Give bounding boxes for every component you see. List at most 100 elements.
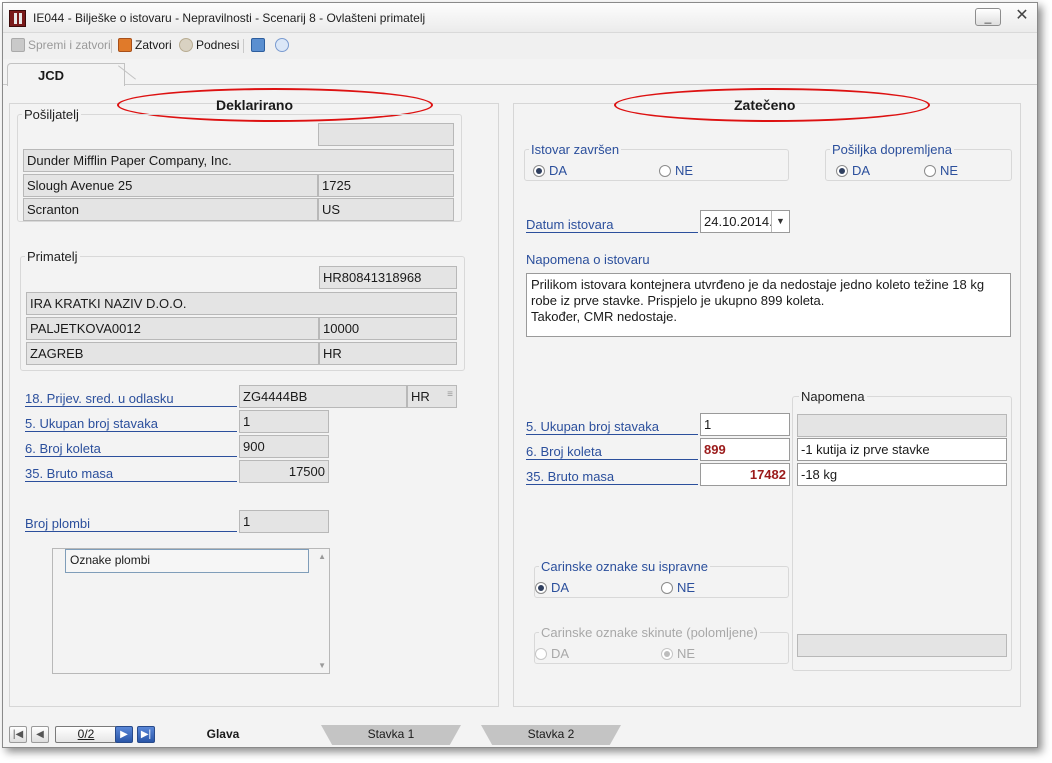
sender-country-field: US: [318, 198, 454, 221]
seals-correct-legend: Carinske oznake su ispravne: [539, 559, 710, 574]
declared-packages-label: 6. Broj koleta: [25, 441, 237, 457]
close-icon: [118, 38, 132, 52]
seals-removed-no-radio: NE: [661, 646, 695, 661]
radio-selected-icon: [661, 647, 673, 660]
save-icon: [11, 38, 25, 52]
seals-removed-legend: Carinske oznake skinute (polomljene): [539, 625, 760, 640]
toolbar: Spremi i zatvori Zatvori Podnesi: [3, 33, 1037, 59]
seals-list[interactable]: Oznake plombi ▲ ▼: [52, 548, 330, 674]
title-bar: IE044 - Bilješke o istovaru - Nepravilno…: [3, 3, 1037, 33]
declared-items-field: 1: [239, 410, 329, 433]
next-page-icon[interactable]: ▶: [115, 726, 133, 743]
app-icon: [9, 10, 26, 27]
sender-postcode-field: 1725: [318, 174, 454, 197]
seals-correct-yes-radio[interactable]: DA: [535, 580, 569, 595]
submit-icon: [179, 38, 193, 52]
found-items-label: 5. Ukupan broj stavaka: [526, 419, 698, 435]
scroll-down-icon[interactable]: ▼: [318, 661, 326, 670]
submit-button[interactable]: Podnesi: [179, 38, 239, 52]
sender-city-field: Scranton: [23, 198, 318, 221]
seals-list-header[interactable]: Oznake plombi: [65, 549, 309, 573]
sender-id-field: [318, 123, 454, 146]
seals-correct-no-radio[interactable]: NE: [661, 580, 695, 595]
found-panel: Zatečeno Istovar završen DA NE Pošiljka …: [513, 88, 1021, 707]
remarks-group: Napomena -1 kutija iz prve stavke -18 kg: [792, 389, 1012, 671]
window-title: IE044 - Bilješke o istovaru - Nepravilno…: [33, 11, 426, 25]
save-close-button[interactable]: Spremi i zatvori: [11, 38, 111, 52]
note-line: Prilikom istovara kontejnera utvrđeno je…: [531, 277, 985, 292]
seals-correct-group: Carinske oznake su ispravne DA NE: [534, 559, 789, 598]
seals-removed-group: Carinske oznake skinute (polomljene) DA …: [534, 625, 789, 664]
transport-field: ZG4444BB: [239, 385, 407, 408]
shipment-delivered-yes-radio[interactable]: DA: [836, 163, 870, 178]
first-page-icon[interactable]: |◀: [9, 726, 27, 743]
unloading-date-label: Datum istovara: [526, 217, 698, 233]
tab-stavka-2[interactable]: Stavka 2: [481, 725, 621, 745]
declared-heading: Deklarirano: [216, 97, 294, 113]
seals-removed-remark-field: [797, 634, 1007, 657]
recipient-group: Primatelj HR80841318968 IRA KRATKI NAZIV…: [20, 249, 465, 371]
declared-mass-label: 35. Bruto masa: [25, 466, 237, 482]
declared-packages-field: 900: [239, 435, 329, 458]
radio-unselected-icon: [924, 164, 936, 177]
found-heading: Zatečeno: [734, 97, 796, 113]
minimize-button[interactable]: _: [975, 8, 1001, 26]
radio-unselected-icon: [661, 581, 673, 594]
sender-legend: Pošiljatelj: [22, 107, 81, 122]
recipient-street-field: PALJETKOVA0012: [26, 317, 319, 340]
declared-items-label: 5. Ukupan broj stavaka: [25, 416, 237, 432]
unloading-done-group: Istovar završen DA NE: [524, 142, 789, 181]
unloading-date-value: 24.10.2014.: [704, 214, 773, 229]
unloading-done-yes-radio[interactable]: DA: [533, 163, 567, 178]
seals-count-label: Broj plombi: [25, 516, 237, 532]
shipment-delivered-legend: Pošiljka dopremljena: [830, 142, 954, 157]
mass-remark-field[interactable]: -18 kg: [797, 463, 1007, 486]
radio-selected-icon: [535, 581, 547, 594]
bottom-nav: |◀ ◀ 0/2 ▶ ▶| Glava Stavka 1 Stavka 2: [3, 719, 1037, 747]
previous-page-icon[interactable]: ◀: [31, 726, 49, 743]
packages-remark-field[interactable]: -1 kutija iz prve stavke: [797, 438, 1007, 461]
document-icon: [251, 38, 265, 52]
close-button[interactable]: Zatvori: [118, 38, 172, 52]
recipient-id-field: HR80841318968: [319, 266, 457, 289]
declared-panel: Deklarirano Pošiljatelj Dunder Mifflin P…: [9, 88, 499, 707]
note-line: Također, CMR nedostaje.: [531, 309, 677, 324]
info-button[interactable]: [275, 38, 289, 52]
main-window: IE044 - Bilješke o istovaru - Nepravilno…: [2, 2, 1038, 748]
recipient-name-field: IRA KRATKI NAZIV D.O.O.: [26, 292, 457, 315]
list-grip-icon: ≡: [447, 389, 453, 400]
found-packages-field[interactable]: 899: [700, 438, 790, 461]
dropdown-arrow-icon[interactable]: ▼: [771, 211, 789, 232]
sender-name-field: Dunder Mifflin Paper Company, Inc.: [23, 149, 454, 172]
recipient-city-field: ZAGREB: [26, 342, 319, 365]
transport-label: 18. Prijev. sred. u odlasku: [25, 391, 237, 407]
tab-jcd[interactable]: JCD: [7, 63, 125, 86]
found-items-field[interactable]: 1: [700, 413, 790, 436]
radio-unselected-icon: [659, 164, 671, 177]
tab-stavka-1[interactable]: Stavka 1: [321, 725, 461, 745]
declared-mass-field: 17500: [239, 460, 329, 483]
tab-glava[interactable]: Glava: [173, 725, 273, 745]
page-indicator[interactable]: 0/2: [55, 726, 117, 743]
close-window-button[interactable]: ✕: [1008, 8, 1036, 26]
unloading-done-no-radio[interactable]: NE: [659, 163, 693, 178]
seals-count-field: 1: [239, 510, 329, 533]
recipient-postcode-field: 10000: [319, 317, 457, 340]
top-tab-strip: JCD: [3, 61, 1037, 86]
found-packages-label: 6. Broj koleta: [526, 444, 698, 460]
sender-street-field: Slough Avenue 25: [23, 174, 318, 197]
transport-country-value: HR: [411, 389, 430, 404]
scroll-up-icon[interactable]: ▲: [318, 552, 326, 561]
shipment-delivered-no-radio[interactable]: NE: [924, 163, 958, 178]
found-mass-label: 35. Bruto masa: [526, 469, 698, 485]
found-mass-field[interactable]: 17482: [700, 463, 790, 486]
recipient-legend: Primatelj: [25, 249, 80, 264]
last-page-icon[interactable]: ▶|: [137, 726, 155, 743]
sender-group: Pošiljatelj Dunder Mifflin Paper Company…: [17, 107, 462, 222]
unloading-note-textarea[interactable]: Prilikom istovara kontejnera utvrđeno je…: [526, 273, 1011, 337]
unloading-note-label: Napomena o istovaru: [526, 252, 650, 267]
document-icon-button[interactable]: [251, 38, 265, 52]
unloading-date-picker[interactable]: 24.10.2014. ▼: [700, 210, 790, 233]
remarks-legend: Napomena: [799, 389, 867, 404]
info-icon: [275, 38, 289, 52]
